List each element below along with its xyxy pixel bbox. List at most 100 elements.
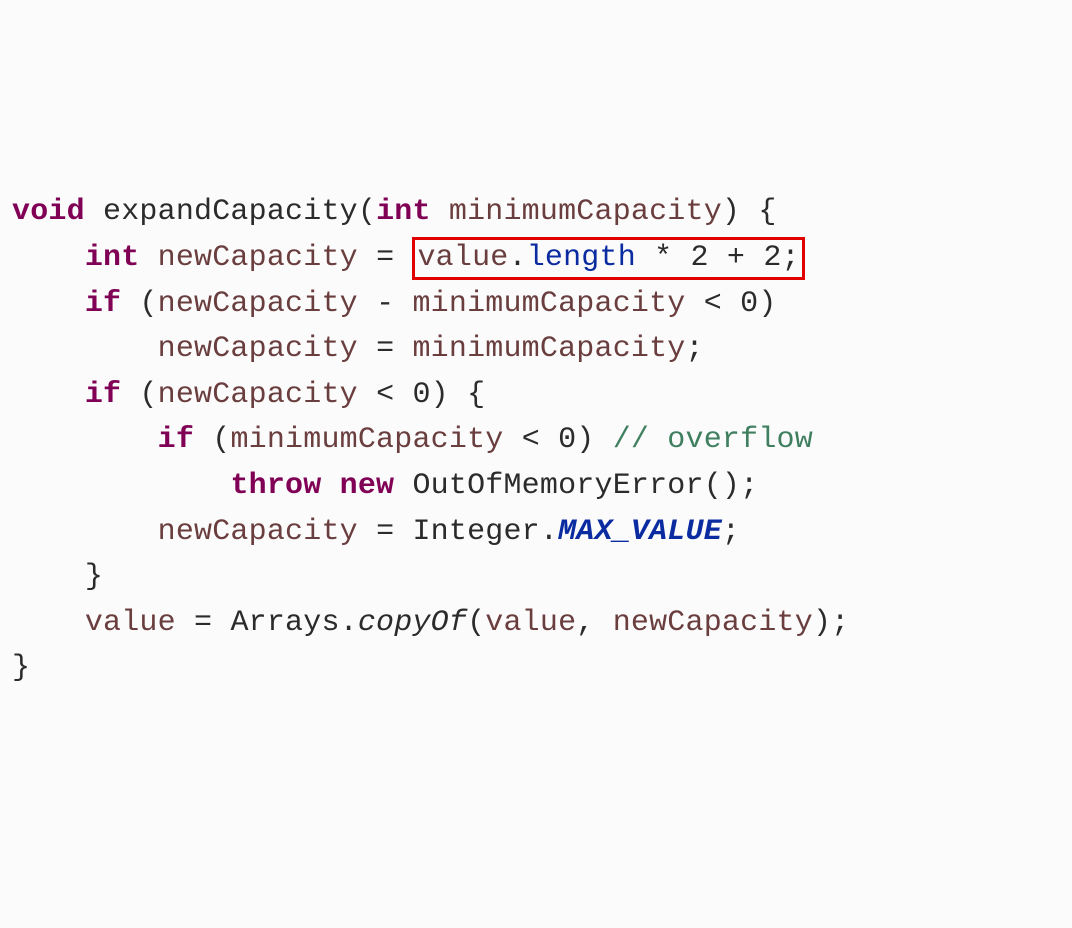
var-minimumCapacity: minimumCapacity bbox=[412, 287, 685, 321]
space bbox=[358, 287, 376, 321]
literal-zero: 0 bbox=[412, 378, 430, 412]
space bbox=[503, 423, 521, 457]
line-8: newCapacity = Integer.MAX_VALUE; bbox=[12, 515, 740, 549]
less-than: < bbox=[704, 287, 722, 321]
constant-max-value: MAX_VALUE bbox=[558, 515, 722, 549]
paren-open: ( bbox=[212, 423, 230, 457]
var-newCapacity: newCapacity bbox=[158, 515, 358, 549]
equals: = bbox=[376, 515, 394, 549]
line-4: newCapacity = minimumCapacity; bbox=[12, 332, 704, 366]
line-10: value = Arrays.copyOf(value, newCapacity… bbox=[12, 606, 849, 640]
space bbox=[595, 423, 613, 457]
space bbox=[394, 241, 412, 275]
var-value: value bbox=[85, 606, 176, 640]
keyword-int: int bbox=[85, 241, 140, 275]
space bbox=[431, 195, 449, 229]
param-minimumCapacity: minimumCapacity bbox=[449, 195, 722, 229]
keyword-int: int bbox=[376, 195, 431, 229]
brace-open: { bbox=[758, 195, 776, 229]
class-outofmemoryerror: OutOfMemoryError bbox=[412, 469, 703, 503]
brace-open: { bbox=[467, 378, 485, 412]
dot: . bbox=[540, 515, 558, 549]
var-newCapacity: newCapacity bbox=[158, 287, 358, 321]
indent bbox=[12, 469, 230, 503]
space bbox=[358, 332, 376, 366]
equals: = bbox=[194, 606, 212, 640]
line-7: throw new OutOfMemoryError(); bbox=[12, 469, 758, 503]
class-integer: Integer bbox=[412, 515, 539, 549]
call-parens: (); bbox=[704, 469, 759, 503]
space bbox=[394, 287, 412, 321]
var-minimumCapacity: minimumCapacity bbox=[230, 423, 503, 457]
line-5: if (newCapacity < 0) { bbox=[12, 378, 485, 412]
dot: . bbox=[508, 241, 526, 275]
indent bbox=[12, 606, 85, 640]
indent bbox=[12, 332, 158, 366]
var-newCapacity: newCapacity bbox=[158, 332, 358, 366]
space bbox=[394, 515, 412, 549]
indent bbox=[12, 287, 85, 321]
method-name: expandCapacity bbox=[103, 195, 358, 229]
line-3: if (newCapacity - minimumCapacity < 0) bbox=[12, 287, 777, 321]
space bbox=[394, 469, 412, 503]
equals: = bbox=[376, 332, 394, 366]
brace-close: } bbox=[12, 651, 30, 685]
paren-open: ( bbox=[139, 378, 157, 412]
comma: , bbox=[576, 606, 612, 640]
semicolon: ; bbox=[686, 332, 704, 366]
line-6: if (minimumCapacity < 0) // overflow bbox=[12, 423, 813, 457]
keyword-if: if bbox=[158, 423, 194, 457]
keyword-new: new bbox=[340, 469, 395, 503]
space bbox=[139, 241, 157, 275]
line-1: void expandCapacity(int minimumCapacity)… bbox=[12, 195, 777, 229]
arg-value: value bbox=[485, 606, 576, 640]
space bbox=[449, 378, 467, 412]
var-minimumCapacity: minimumCapacity bbox=[412, 332, 685, 366]
indent bbox=[12, 423, 158, 457]
class-arrays: Arrays bbox=[230, 606, 339, 640]
dot: . bbox=[340, 606, 358, 640]
paren-close: ) bbox=[722, 195, 740, 229]
less-than: < bbox=[522, 423, 540, 457]
space bbox=[540, 423, 558, 457]
line-2: int newCapacity = value.length * 2 + 2; bbox=[12, 241, 805, 275]
keyword-throw: throw bbox=[230, 469, 321, 503]
space bbox=[212, 606, 230, 640]
space bbox=[394, 332, 412, 366]
indent bbox=[12, 378, 85, 412]
indent bbox=[12, 241, 85, 275]
field-length: length bbox=[527, 241, 636, 275]
literal-zero: 0 bbox=[558, 423, 576, 457]
method-copyof: copyOf bbox=[358, 606, 467, 640]
space bbox=[121, 287, 139, 321]
line-11: } bbox=[12, 651, 30, 685]
space bbox=[686, 287, 704, 321]
var-newCapacity: newCapacity bbox=[158, 241, 358, 275]
paren-close: ) bbox=[758, 287, 776, 321]
highlight-box: value.length * 2 + 2; bbox=[412, 237, 804, 281]
keyword-if: if bbox=[85, 378, 121, 412]
paren-open: ( bbox=[467, 606, 485, 640]
var-value: value bbox=[417, 241, 508, 275]
code-block: void expandCapacity(int minimumCapacity)… bbox=[12, 190, 1060, 692]
space bbox=[358, 515, 376, 549]
minus: - bbox=[376, 287, 394, 321]
line-9: } bbox=[12, 560, 103, 594]
semicolon: ; bbox=[722, 515, 740, 549]
comment-overflow: // overflow bbox=[613, 423, 813, 457]
less-than: < bbox=[376, 378, 394, 412]
space bbox=[358, 241, 376, 275]
space bbox=[722, 287, 740, 321]
space bbox=[740, 195, 758, 229]
literal-zero: 0 bbox=[740, 287, 758, 321]
paren-open: ( bbox=[139, 287, 157, 321]
space bbox=[321, 469, 339, 503]
paren-close: ) bbox=[576, 423, 594, 457]
paren-close-semi: ); bbox=[813, 606, 849, 640]
paren-open: ( bbox=[358, 195, 376, 229]
space bbox=[394, 378, 412, 412]
indent bbox=[12, 560, 85, 594]
equals: = bbox=[376, 241, 394, 275]
space bbox=[358, 378, 376, 412]
keyword-if: if bbox=[85, 287, 121, 321]
